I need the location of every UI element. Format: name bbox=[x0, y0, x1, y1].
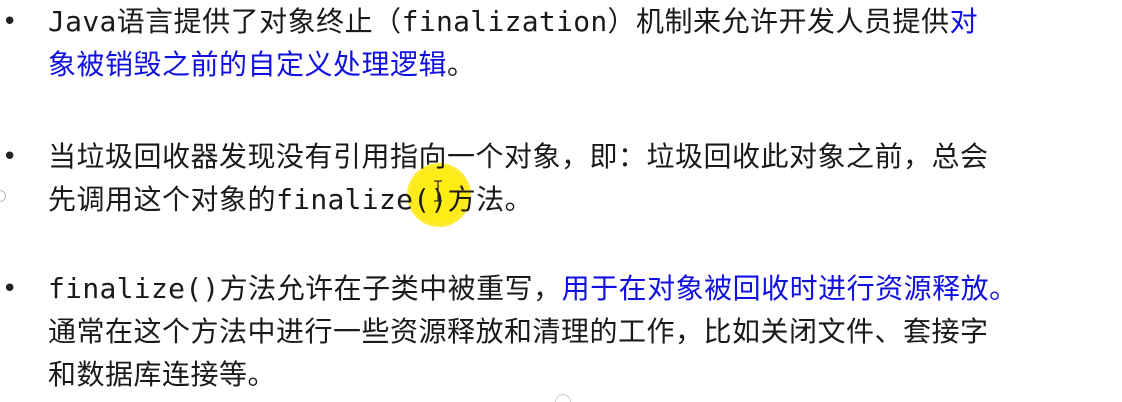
bullet-text: finalize()方法允许在子类中被重写，用于在对象被回收时进行资源释放。通常… bbox=[48, 267, 1118, 396]
text-segment: 语言提供了对象终止（ bbox=[116, 5, 402, 38]
bullet-item-gc-calls-finalize: • 当垃圾回收器发现没有引用指向一个对象，即：垃圾回收此对象之前，总会 先调用这个… bbox=[0, 135, 1122, 221]
highlighted-text-segment: 象被销毁之前的自定义处理逻辑 bbox=[48, 48, 448, 81]
bullet-marker: • bbox=[2, 7, 18, 37]
text-segment: 方法允许在子类中被重写， bbox=[219, 272, 562, 305]
text-segment: ）机制来允许开发人员提供 bbox=[607, 5, 950, 38]
text-segment: 方法。 bbox=[447, 183, 534, 216]
bullet-text: 当垃圾回收器发现没有引用指向一个对象，即：垃圾回收此对象之前，总会 先调用这个对象… bbox=[48, 135, 1118, 221]
code-text-segment: Java bbox=[48, 5, 117, 38]
code-text-segment: finalization bbox=[401, 5, 608, 38]
text-ibeam-cursor-icon bbox=[434, 180, 442, 202]
code-text-segment: finalize() bbox=[276, 183, 448, 216]
bullet-item-finalize-override: • finalize()方法允许在子类中被重写，用于在对象被回收时进行资源释放。… bbox=[0, 267, 1122, 396]
slide: • Java语言提供了对象终止（finalization）机制来允许开发人员提供… bbox=[0, 0, 1122, 402]
code-text-segment: finalize() bbox=[48, 272, 220, 305]
bullet-text: Java语言提供了对象终止（finalization）机制来允许开发人员提供对象… bbox=[48, 0, 1118, 86]
bullet-marker: • bbox=[2, 142, 18, 172]
text-segment: 先调用这个对象的 bbox=[48, 183, 277, 216]
text-segment: 通常在这个方法中进行一些资源释放和清理的工作，比如关闭文件、套接字 bbox=[48, 315, 989, 348]
text-segment: 。 bbox=[447, 48, 476, 81]
bullet-item-finalization-mechanism: • Java语言提供了对象终止（finalization）机制来允许开发人员提供… bbox=[0, 0, 1122, 86]
text-segment: 当垃圾回收器发现没有引用指向一个对象，即：垃圾回收此对象之前，总会 bbox=[48, 140, 989, 173]
highlighted-text-segment: 对 bbox=[949, 5, 979, 38]
highlighted-text-segment: 用于在对象被回收时进行资源释放。 bbox=[561, 272, 1018, 305]
text-segment: 和数据库连接等。 bbox=[48, 358, 277, 391]
bullet-marker: • bbox=[2, 274, 18, 304]
